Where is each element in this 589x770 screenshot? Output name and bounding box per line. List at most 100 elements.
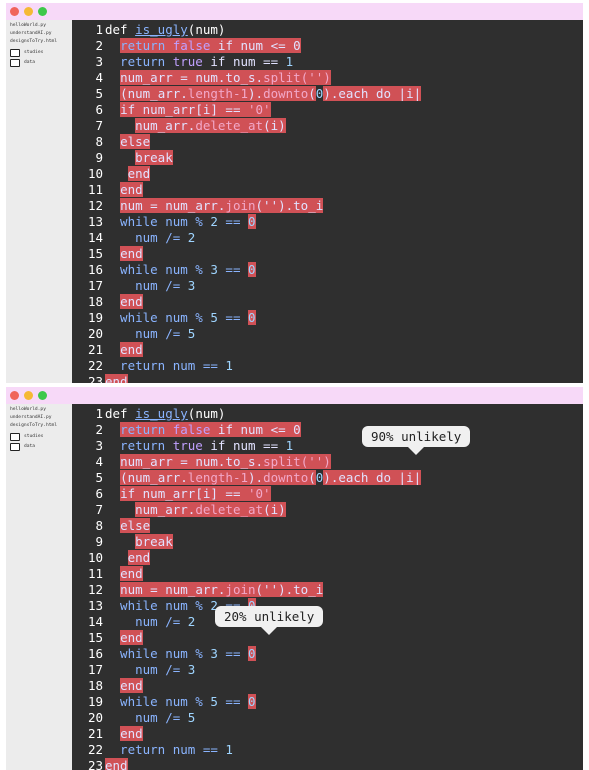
close-window-button[interactable] [10, 391, 19, 400]
code-line: 17 num /= 3 [72, 278, 583, 294]
line-number: 11 [87, 182, 103, 197]
code-text: return true if num == 1 [105, 54, 294, 69]
folder-icon [10, 59, 20, 67]
code-line: 23 end [72, 758, 583, 770]
code-text: return num == 1 [105, 358, 233, 373]
code-text: end [120, 182, 143, 197]
code-line: 3 return true if num == 1 [72, 54, 583, 70]
maximize-window-button[interactable] [38, 391, 47, 400]
code-line: 15 end [72, 246, 583, 262]
code-text: num_arr = num.to_s.split('') [120, 70, 331, 85]
line-number: 11 [87, 566, 103, 581]
code-line: 11 end [72, 182, 583, 198]
code-text: num_arr.delete_at(i) [135, 118, 286, 133]
editor-window-top: helloWorld.py understandAI.py designsToTry… [6, 3, 583, 383]
code-line: 3 return true if num == 1 [72, 438, 583, 454]
code-line: 20 num /= 5 [72, 710, 583, 726]
code-line: 18 end [72, 678, 583, 694]
code-line: 19 while num % 5 == 0 [72, 694, 583, 710]
line-number: 16 [87, 262, 103, 277]
line-number: 22 [87, 742, 103, 757]
code-text: end [120, 566, 143, 581]
line-number: 23 [87, 758, 103, 770]
code-text: (num_arr.length-1).downto(0).each do |i| [120, 470, 422, 485]
title-bar [6, 387, 583, 404]
line-number: 13 [87, 214, 103, 229]
editor-window-bottom: helloWorld.py understandAI.py designsToTry… [6, 387, 583, 770]
code-line: 21 end [72, 342, 583, 358]
code-line: 15 end [72, 630, 583, 646]
line-number: 10 [87, 166, 103, 181]
close-window-button[interactable] [10, 7, 19, 16]
line-number: 5 [95, 86, 103, 101]
line-number: 6 [95, 102, 103, 117]
code-text: num_arr.delete_at(i) [135, 502, 286, 517]
line-number: 9 [95, 534, 103, 549]
code-text: end [105, 758, 128, 770]
code-text: num /= 5 [105, 326, 196, 341]
line-number: 20 [87, 710, 103, 725]
folder-label: studies [24, 434, 44, 439]
code-line: 13 while num % 2 == 0 [72, 598, 583, 614]
code-text: while num % 3 == 0 [105, 262, 256, 277]
minimize-window-button[interactable] [24, 391, 33, 400]
line-number: 18 [87, 678, 103, 693]
code-line: 6 if num_arr[i] == '0' [72, 102, 583, 118]
code-line: 13 while num % 2 == 0 [72, 214, 583, 230]
code-text: else [120, 518, 151, 533]
code-editor[interactable]: 1 def is_ugly(num) 2 return false if num <… [72, 20, 583, 383]
code-line: 14 num /= 2 [72, 614, 583, 630]
code-text: end [120, 678, 143, 693]
code-line: 5 (num_arr.length-1).downto(0).each do |… [72, 470, 583, 486]
code-text: return num == 1 [105, 742, 233, 757]
folder-label: studies [24, 50, 44, 55]
code-line: 12 num = num_arr.join('').to_i [72, 582, 583, 598]
code-text: end [120, 726, 143, 741]
likelihood-tooltip: 20% unlikely [215, 606, 324, 635]
code-editor[interactable]: 1 def is_ugly(num) 2 return false if num <… [72, 404, 583, 770]
code-text: end [120, 342, 143, 357]
code-line: 4 num_arr = num.to_s.split('') [72, 454, 583, 470]
line-number: 4 [95, 454, 103, 469]
code-line: 7 num_arr.delete_at(i) [72, 502, 583, 518]
line-number: 20 [87, 326, 103, 341]
line-number: 13 [87, 598, 103, 613]
file-item[interactable]: understandAI.py [10, 31, 52, 36]
minimize-window-button[interactable] [24, 7, 33, 16]
file-item[interactable]: designsToTry.html [10, 423, 57, 428]
line-number: 7 [95, 502, 103, 517]
code-line: 5 (num_arr.length-1).downto(0).each do |… [72, 86, 583, 102]
code-line: 10 end [72, 166, 583, 182]
code-line: 2 return false if num <= 0 [72, 38, 583, 54]
code-line: 21 end [72, 726, 583, 742]
file-item[interactable]: designsToTry.html [10, 39, 57, 44]
code-text: end [120, 246, 143, 261]
file-item[interactable]: helloWorld.py [10, 23, 46, 28]
line-number: 1 [95, 22, 103, 37]
file-item[interactable]: helloWorld.py [10, 407, 46, 412]
line-number: 17 [87, 662, 103, 677]
line-number: 23 [87, 374, 103, 383]
line-number: 7 [95, 118, 103, 133]
line-number: 21 [87, 342, 103, 357]
line-number: 16 [87, 646, 103, 661]
line-number: 8 [95, 518, 103, 533]
code-text: (num_arr.length-1).downto(0).each do |i| [120, 86, 422, 101]
code-text: end [105, 374, 128, 383]
line-number: 2 [95, 38, 103, 53]
code-line: 10 end [72, 550, 583, 566]
code-line: 8 else [72, 518, 583, 534]
code-text: break [135, 534, 173, 549]
folder-icon [10, 49, 20, 57]
code-text: num /= 2 [105, 230, 196, 245]
line-number: 6 [95, 486, 103, 501]
line-number: 9 [95, 150, 103, 165]
line-number: 8 [95, 134, 103, 149]
code-line: 1 def is_ugly(num) [72, 406, 583, 422]
code-line: 20 num /= 5 [72, 326, 583, 342]
maximize-window-button[interactable] [38, 7, 47, 16]
code-text: return false if num <= 0 [120, 422, 301, 437]
line-number: 12 [87, 582, 103, 597]
line-number: 3 [95, 438, 103, 453]
file-item[interactable]: understandAI.py [10, 415, 52, 420]
